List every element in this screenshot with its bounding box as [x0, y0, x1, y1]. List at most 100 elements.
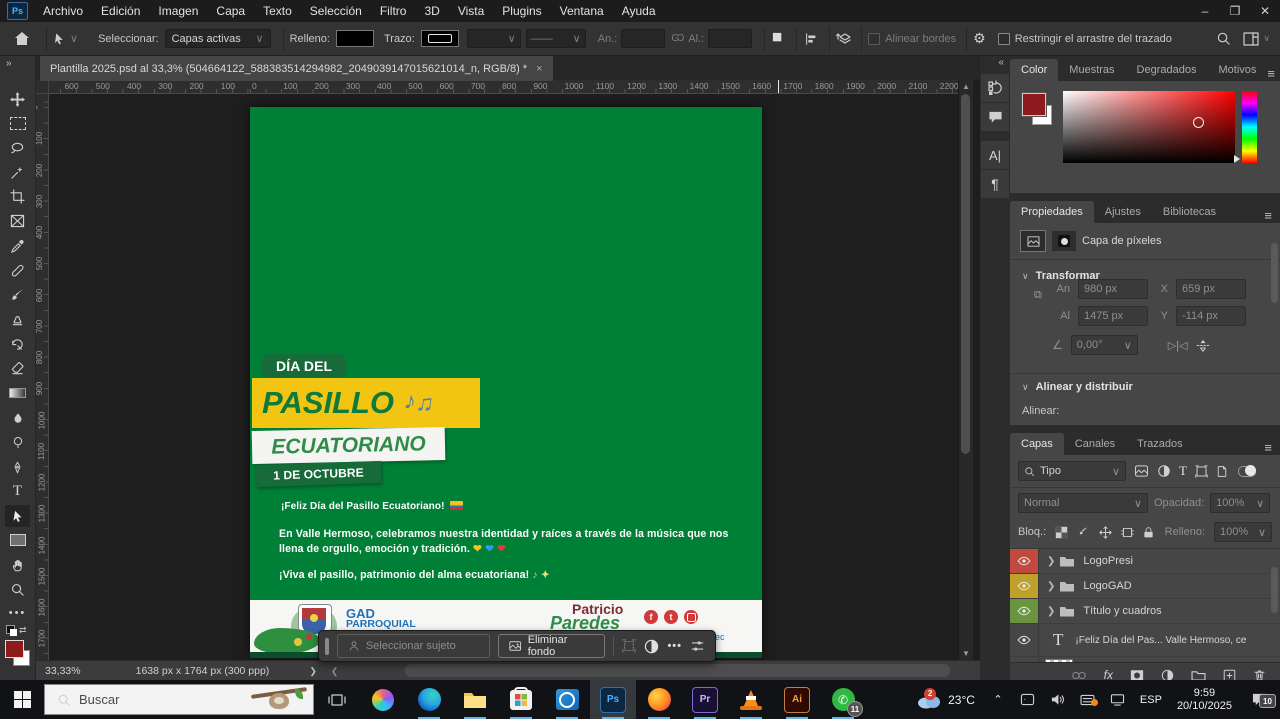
scroll-up-icon[interactable]: ▲: [962, 82, 970, 91]
stroke-swatch[interactable]: [421, 30, 459, 47]
tab-degradados[interactable]: Degradados: [1126, 59, 1208, 81]
premiere-icon[interactable]: Pr: [682, 680, 728, 719]
dodge-tool[interactable]: [5, 431, 30, 453]
layer-row-logogad[interactable]: ❯LogoGAD: [1010, 574, 1280, 599]
layers-panel-menu-icon[interactable]: ≡: [1264, 440, 1272, 455]
notes-panel-icon[interactable]: [981, 103, 1009, 131]
lasso-tool[interactable]: [5, 137, 30, 159]
zoom-level[interactable]: 33,33%: [45, 665, 81, 677]
group-expand-chevron-icon[interactable]: ❯: [1047, 606, 1055, 617]
document-canvas[interactable]: DÍA DEL PASILLO ♪♫ ECUATORIANO 1 DE OCTU…: [250, 107, 762, 658]
filter-adjustment-layers-icon[interactable]: [1157, 464, 1171, 478]
search-highlight-sloth-graphic[interactable]: [251, 687, 307, 713]
foreground-background-swatches[interactable]: [5, 640, 31, 668]
vlc-icon[interactable]: [728, 680, 774, 719]
tab-propiedades[interactable]: Propiedades: [1010, 201, 1094, 223]
layer-visibility-eye-icon[interactable]: [1010, 624, 1039, 656]
layer-visibility-eye-icon[interactable]: [1010, 574, 1039, 598]
context-bar-drag-handle[interactable]: [325, 638, 329, 655]
mask-icon[interactable]: [1052, 231, 1076, 251]
hand-tool[interactable]: [5, 554, 30, 576]
tab-bibliotecas[interactable]: Bibliotecas: [1152, 201, 1227, 223]
clock[interactable]: 9:59 20/10/2025: [1173, 687, 1236, 713]
history-brush-tool[interactable]: [5, 333, 30, 355]
fill-swatch[interactable]: [336, 30, 374, 47]
start-button[interactable]: [0, 680, 44, 719]
color-gradient-field[interactable]: [1063, 91, 1235, 163]
layer-name[interactable]: LogoGAD: [1083, 580, 1131, 592]
path-arrangement-icon[interactable]: [836, 31, 853, 47]
transform-collapse-icon[interactable]: ∨: [1022, 271, 1029, 282]
file-explorer-icon[interactable]: [452, 680, 498, 719]
filter-pixel-layers-icon[interactable]: [1134, 465, 1149, 477]
move-tool[interactable]: [5, 88, 30, 110]
filter-type-layers-icon[interactable]: T: [1179, 463, 1187, 479]
layer-visibility-eye-icon[interactable]: [1010, 657, 1039, 662]
rectangle-shape-tool[interactable]: [5, 529, 30, 551]
move-tool-icon[interactable]: [53, 32, 66, 46]
vertical-scroll-thumb[interactable]: [961, 94, 970, 454]
group-expand-chevron-icon[interactable]: ❯: [1047, 556, 1055, 567]
layer-name[interactable]: ¡Feliz Día del Pas... Valle Hermoso, ce: [1075, 635, 1246, 646]
vertical-ruler[interactable]: 0100200300400500600700800900100011001200…: [35, 93, 49, 660]
tab-close-icon[interactable]: ×: [536, 63, 542, 75]
gear-icon[interactable]: ⚙: [973, 30, 986, 47]
language-indicator[interactable]: ESP: [1137, 694, 1165, 706]
color-panel-menu-icon[interactable]: ≡: [1267, 66, 1275, 81]
close-button[interactable]: ✕: [1250, 1, 1280, 21]
workspace-switcher-icon[interactable]: [1243, 32, 1259, 46]
outlook-icon[interactable]: [544, 680, 590, 719]
photoshop-taskbar-icon[interactable]: Ps: [590, 680, 636, 719]
scroll-down-icon[interactable]: ▼: [962, 649, 970, 658]
menu-filtro[interactable]: Filtro: [371, 4, 416, 18]
task-view-button[interactable]: [314, 680, 360, 719]
lock-artboard-icon[interactable]: [1121, 526, 1134, 539]
canvas-viewport[interactable]: DÍA DEL PASILLO ♪♫ ECUATORIANO 1 DE OCTU…: [48, 93, 958, 660]
lock-all-icon[interactable]: [1143, 526, 1154, 539]
toolbar-collapse-icon[interactable]: »: [0, 55, 35, 69]
flip-horizontal-icon[interactable]: ▷|◁: [1168, 339, 1188, 352]
filter-shape-layers-icon[interactable]: [1195, 465, 1208, 478]
tray-network-icon[interactable]: [1107, 693, 1129, 706]
menu-imagen[interactable]: Imagen: [149, 4, 207, 18]
tab-trazados[interactable]: Trazados: [1126, 433, 1193, 455]
tab-color[interactable]: Color: [1010, 59, 1058, 81]
pen-tool[interactable]: [5, 456, 30, 478]
menu-ayuda[interactable]: Ayuda: [613, 4, 665, 18]
eyedropper-tool[interactable]: [5, 235, 30, 257]
layer-name[interactable]: LogoPresi: [1083, 555, 1133, 567]
menu-edición[interactable]: Edición: [92, 4, 149, 18]
document-tab[interactable]: Plantilla 2025.psd al 33,3% (504664122_5…: [40, 55, 553, 81]
copilot-icon[interactable]: [360, 680, 406, 719]
path-selection-tool[interactable]: [5, 505, 30, 527]
spot-healing-brush-tool[interactable]: [5, 259, 30, 281]
properties-panel-menu-icon[interactable]: ≡: [1264, 208, 1272, 223]
type-tool[interactable]: T: [5, 480, 30, 502]
layer-row-t-tulo-y-cuadros[interactable]: ❯Título y cuadros: [1010, 599, 1280, 624]
more-tools-icon[interactable]: •••: [5, 602, 30, 624]
horizontal-scroll-thumb[interactable]: [405, 664, 950, 677]
hue-slider[interactable]: [1242, 91, 1257, 163]
menu-capa[interactable]: Capa: [207, 4, 254, 18]
store-icon[interactable]: [498, 680, 544, 719]
tool-preset-chevron-icon[interactable]: ∨: [70, 32, 78, 45]
firefox-icon[interactable]: [636, 680, 682, 719]
tray-tablet-icon[interactable]: [1017, 693, 1039, 706]
align-collapse-icon[interactable]: ∨: [1022, 382, 1029, 393]
character-panel-icon[interactable]: A|: [981, 141, 1009, 169]
crop-tool[interactable]: [5, 185, 30, 207]
lock-transparency-icon[interactable]: [1055, 526, 1068, 539]
filter-toggle[interactable]: [1238, 466, 1256, 477]
search-icon[interactable]: [1216, 31, 1231, 46]
tab-motivos[interactable]: Motivos: [1207, 59, 1267, 81]
hue-slider-arrow[interactable]: [1234, 155, 1240, 163]
menu-vista[interactable]: Vista: [449, 4, 493, 18]
notification-center-icon[interactable]: 10: [1244, 692, 1274, 707]
select-mode-dropdown[interactable]: Capas activas∨: [165, 29, 271, 48]
edge-icon[interactable]: [406, 680, 452, 719]
menu-archivo[interactable]: Archivo: [34, 4, 92, 18]
frame-tool[interactable]: [5, 210, 30, 232]
paragraph-panel-icon[interactable]: ¶: [981, 170, 1009, 198]
eraser-tool[interactable]: [5, 357, 30, 379]
menu-ventana[interactable]: Ventana: [551, 4, 613, 18]
